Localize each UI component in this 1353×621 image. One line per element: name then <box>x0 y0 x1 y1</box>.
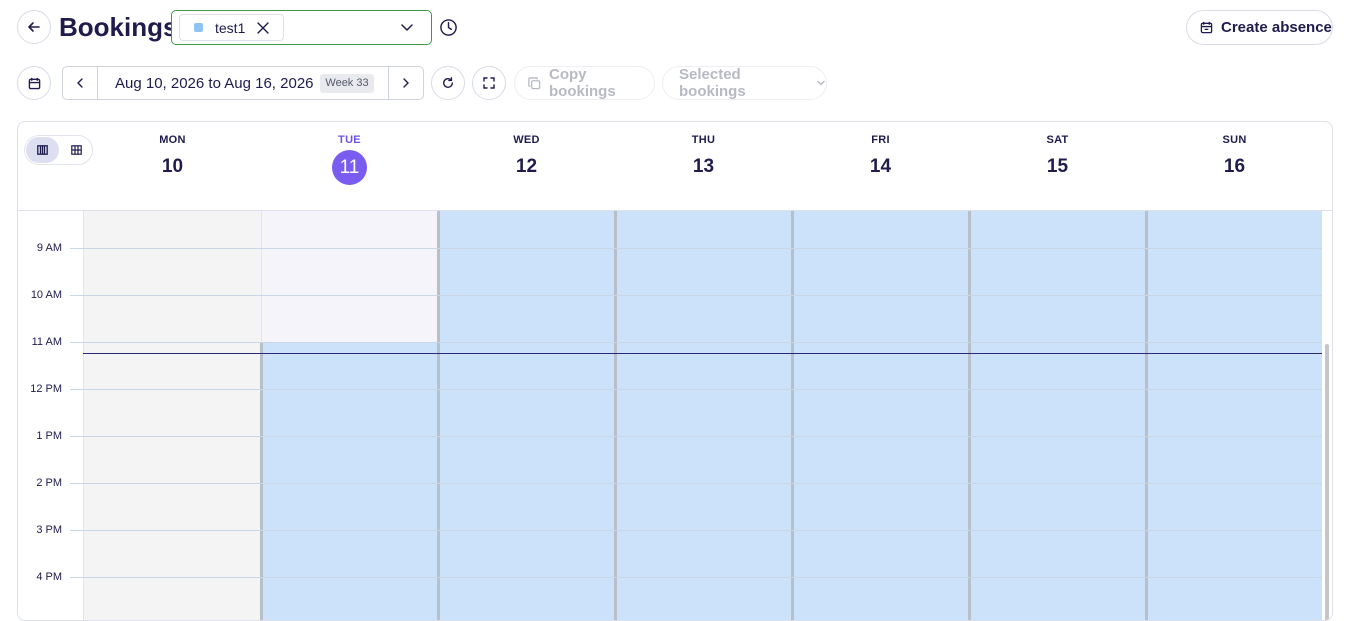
day-number: 13 <box>692 156 715 177</box>
day-header-sat[interactable]: SAT 15 <box>969 134 1146 178</box>
column-divider <box>261 211 262 342</box>
day-header-thu[interactable]: THU 13 <box>615 134 792 178</box>
page-title: Bookings <box>59 12 178 42</box>
hour-label: 1 PM <box>36 430 62 442</box>
day-header-wed[interactable]: WED 12 <box>438 134 615 178</box>
selected-bookings-dropdown[interactable]: Selected bookings <box>662 66 827 100</box>
today-day-number: 11 <box>332 150 367 185</box>
hour-label: 11 AM <box>31 336 62 348</box>
date-navigator: Aug 10, 2026 to Aug 16, 2026 Week 33 <box>62 66 424 100</box>
booking-block-wed[interactable] <box>438 211 615 620</box>
next-week-button[interactable] <box>388 67 423 99</box>
back-button[interactable] <box>17 10 51 44</box>
column-divider <box>614 211 617 620</box>
hour-line <box>70 436 1322 437</box>
day-header-sun[interactable]: SUN 16 <box>1146 134 1323 178</box>
hour-line <box>70 577 1322 578</box>
arrow-left-icon <box>27 20 41 34</box>
day-number: 14 <box>869 156 892 177</box>
week-calendar: MON 10 TUE 11 WED 12 THU 13 FRI 14 SAT 1… <box>17 121 1333 621</box>
day-header-mon[interactable]: MON 10 <box>84 134 261 178</box>
day-of-week-label: TUE <box>338 134 361 146</box>
booking-block-fri[interactable] <box>792 211 969 620</box>
vertical-scrollbar[interactable] <box>1325 344 1329 620</box>
hour-label: 10 AM <box>30 289 62 301</box>
chevron-left-icon <box>76 78 84 88</box>
day-column-tue-past[interactable] <box>261 211 438 342</box>
expand-icon <box>483 77 495 89</box>
hour-line <box>70 530 1322 531</box>
columns-icon <box>37 145 48 155</box>
remove-chip-icon[interactable] <box>257 21 270 34</box>
week-view-button[interactable] <box>26 137 59 163</box>
day-header-fri[interactable]: FRI 14 <box>792 134 969 178</box>
booking-block-thu[interactable] <box>615 211 792 620</box>
fullscreen-button[interactable] <box>472 66 506 100</box>
day-of-week-label: MON <box>159 134 186 146</box>
day-header-tue[interactable]: TUE 11 <box>261 134 438 185</box>
copy-bookings-button[interactable]: Copy bookings <box>514 66 655 100</box>
resource-chip-label: test1 <box>215 19 246 36</box>
booking-block-sun[interactable] <box>1146 211 1322 620</box>
day-of-week-label: FRI <box>871 134 890 146</box>
hour-label: 12 PM <box>30 383 62 395</box>
booking-block-sat[interactable] <box>969 211 1146 620</box>
refresh-button[interactable] <box>431 66 465 100</box>
calendar-icon <box>28 77 41 90</box>
day-of-week-label: SAT <box>1046 134 1069 146</box>
day-number: 10 <box>161 156 184 177</box>
hour-line <box>70 342 1322 343</box>
day-of-week-label: WED <box>513 134 540 146</box>
column-divider <box>968 211 971 620</box>
previous-week-button[interactable] <box>63 67 98 99</box>
hour-label: 2 PM <box>36 477 62 489</box>
resource-color-square <box>194 23 203 32</box>
current-time-line <box>83 353 1322 354</box>
resource-chip: test1 <box>179 14 284 41</box>
hour-label: 4 PM <box>36 571 62 583</box>
column-divider <box>260 342 263 620</box>
grid-icon <box>70 145 82 155</box>
selected-bookings-label: Selected bookings <box>679 66 746 100</box>
day-column-mon[interactable] <box>83 211 261 620</box>
resource-select[interactable]: test1 <box>171 10 432 45</box>
chevron-down-icon[interactable] <box>400 22 414 32</box>
hour-line <box>70 483 1322 484</box>
column-divider <box>791 211 794 620</box>
calendar-icon <box>1200 21 1213 34</box>
booking-block-tue[interactable] <box>261 342 438 620</box>
day-number: 16 <box>1223 156 1246 177</box>
copy-icon <box>528 76 541 90</box>
calendar-grid: 9 AM 10 AM 11 AM 12 PM 1 PM 2 PM 3 PM 4 … <box>18 211 1332 620</box>
view-toggle <box>24 135 93 165</box>
chevron-down-icon <box>816 79 826 87</box>
day-of-week-label: SUN <box>1222 134 1247 146</box>
hour-label: 9 AM <box>36 242 62 254</box>
hour-line <box>70 295 1322 296</box>
day-number: 15 <box>1046 156 1069 177</box>
column-divider <box>1145 211 1148 620</box>
day-of-week-label: THU <box>691 134 716 146</box>
refresh-icon <box>442 77 454 89</box>
hour-line <box>70 248 1322 249</box>
week-badge: Week 33 <box>320 74 374 93</box>
hour-label: 3 PM <box>36 524 62 536</box>
date-range-label[interactable]: Aug 10, 2026 to Aug 16, 2026 <box>115 75 314 92</box>
day-number: 12 <box>515 156 538 177</box>
copy-bookings-label: Copy bookings <box>549 66 616 100</box>
column-divider <box>437 211 440 620</box>
chevron-right-icon <box>402 78 410 88</box>
calendar-picker-button[interactable] <box>17 66 51 100</box>
create-absence-label: Create absence <box>1221 19 1332 36</box>
create-absence-button[interactable]: Create absence <box>1186 10 1333 45</box>
hour-line <box>70 389 1322 390</box>
clock-icon[interactable] <box>439 18 458 37</box>
